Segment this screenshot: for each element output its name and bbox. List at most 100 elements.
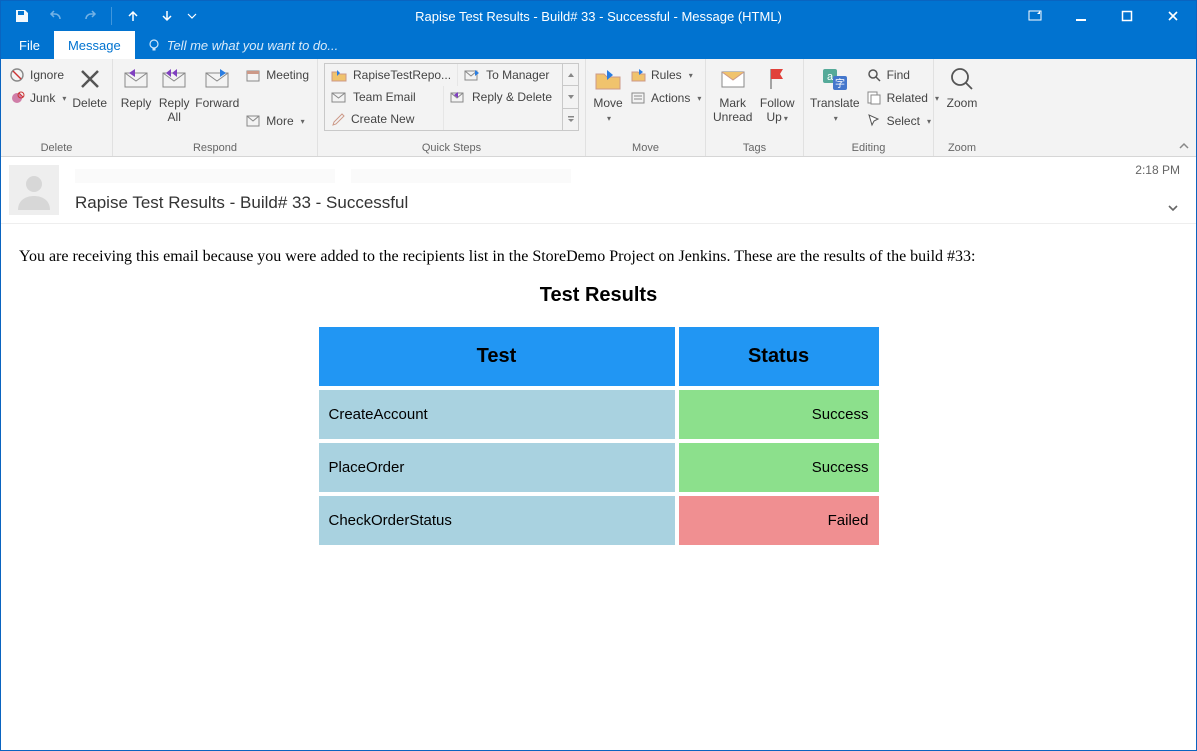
quick-step-item[interactable]: RapiseTestRepo...: [325, 64, 458, 86]
forward-label: Forward: [195, 97, 239, 111]
expand-header-button[interactable]: [1166, 201, 1180, 215]
mark-unread-button[interactable]: Mark Unread: [712, 61, 753, 125]
move-label: Move: [593, 96, 622, 110]
move-folder-icon: [592, 63, 624, 95]
zoom-label: Zoom: [947, 97, 978, 111]
follow-up-label: Follow Up: [760, 96, 795, 124]
collapse-ribbon-button[interactable]: [1178, 140, 1190, 152]
select-icon: [866, 113, 882, 129]
find-label: Find: [887, 68, 910, 82]
message-body: You are receiving this email because you…: [1, 224, 1196, 573]
svg-text:a: a: [827, 71, 834, 83]
redo-button[interactable]: [73, 3, 107, 29]
meeting-button[interactable]: Meeting: [243, 64, 311, 86]
lightbulb-icon: [147, 38, 161, 52]
status-cell: Failed: [679, 496, 879, 545]
quick-step-label: Team Email: [353, 90, 416, 104]
rules-button[interactable]: Rules▾: [628, 64, 703, 86]
create-new-icon: [331, 112, 345, 126]
group-respond-label: Respond: [119, 142, 311, 156]
delete-icon: [74, 63, 106, 95]
group-editing: a字 Translate▾ Find Related▾ Select▾ Edit…: [804, 59, 934, 156]
ribbon: Ignore Junk▾ Delete Delete Reply Re: [1, 59, 1196, 157]
move-button[interactable]: Move▾: [592, 61, 624, 125]
follow-up-button[interactable]: Follow Up▾: [757, 61, 797, 125]
status-cell: Success: [679, 443, 879, 492]
mark-unread-label: Mark Unread: [713, 97, 752, 125]
minimize-button[interactable]: [1058, 1, 1104, 31]
title-bar: Rapise Test Results - Build# 33 - Succes…: [1, 1, 1196, 31]
tab-file[interactable]: File: [5, 31, 54, 59]
reply-all-button[interactable]: Reply All: [157, 61, 191, 125]
ignore-icon: [9, 67, 25, 83]
group-respond: Reply Reply All Forward Meeting More▾: [113, 59, 318, 156]
quick-step-item[interactable]: Reply & Delete: [444, 86, 562, 108]
select-label: Select: [887, 114, 920, 128]
quick-step-item[interactable]: Team Email: [325, 86, 444, 108]
team-email-icon: [331, 90, 347, 104]
related-label: Related: [887, 91, 928, 105]
qat-customize-button[interactable]: [184, 3, 200, 29]
rules-icon: [630, 67, 646, 83]
tell-me-placeholder: Tell me what you want to do...: [167, 38, 339, 53]
group-delete-label: Delete: [7, 142, 106, 156]
flag-icon: [761, 63, 793, 95]
forward-icon: [201, 63, 233, 95]
translate-button[interactable]: a字 Translate▾: [810, 61, 860, 125]
close-button[interactable]: [1150, 1, 1196, 31]
group-delete: Ignore Junk▾ Delete Delete: [1, 59, 113, 156]
reply-button[interactable]: Reply: [119, 61, 153, 111]
quick-step-item[interactable]: To Manager: [458, 64, 562, 86]
zoom-icon: [946, 63, 978, 95]
gallery-expand[interactable]: [563, 109, 578, 130]
zoom-button[interactable]: Zoom: [940, 61, 984, 111]
forward-button[interactable]: Forward: [195, 61, 239, 111]
window-controls: [1012, 1, 1196, 31]
group-quick-steps-label: Quick Steps: [324, 142, 579, 156]
col-status: Status: [679, 327, 879, 386]
folder-move-icon: [331, 68, 347, 82]
message-header: Rapise Test Results - Build# 33 - Succes…: [1, 157, 1196, 224]
gallery-scroll-up[interactable]: [563, 64, 578, 86]
save-button[interactable]: [5, 3, 39, 29]
results-heading: Test Results: [19, 284, 1178, 307]
gallery-scroll-down[interactable]: [563, 86, 578, 108]
mark-unread-icon: [717, 63, 749, 95]
maximize-button[interactable]: [1104, 1, 1150, 31]
undo-button[interactable]: [39, 3, 73, 29]
next-item-button[interactable]: [150, 3, 184, 29]
message-timestamp: 2:18 PM: [1135, 163, 1180, 177]
table-row: PlaceOrderSuccess: [319, 443, 879, 492]
find-button[interactable]: Find: [864, 64, 941, 86]
more-respond-button[interactable]: More▾: [243, 110, 311, 132]
quick-step-label: To Manager: [486, 68, 549, 82]
quick-step-label: RapiseTestRepo...: [353, 68, 451, 82]
table-row: CheckOrderStatusFailed: [319, 496, 879, 545]
group-quick-steps: RapiseTestRepo... To Manager Team Email: [318, 59, 586, 156]
more-label: More: [266, 114, 293, 128]
select-button[interactable]: Select▾: [864, 110, 941, 132]
tab-message[interactable]: Message: [54, 31, 135, 59]
ignore-button[interactable]: Ignore: [7, 64, 68, 86]
col-test: Test: [319, 327, 675, 386]
quick-step-label: Create New: [351, 112, 414, 126]
quick-step-item[interactable]: Create New: [325, 108, 444, 130]
tell-me-search[interactable]: Tell me what you want to do...: [135, 31, 339, 59]
intro-text: You are receiving this email because you…: [19, 248, 1178, 266]
junk-icon: [9, 90, 25, 106]
actions-icon: [630, 90, 646, 106]
group-move-label: Move: [592, 142, 699, 156]
find-icon: [866, 67, 882, 83]
quick-step-label: Reply & Delete: [472, 90, 552, 104]
message-pane: Rapise Test Results - Build# 33 - Succes…: [1, 157, 1196, 750]
related-icon: [866, 90, 882, 106]
delete-button[interactable]: Delete: [72, 61, 107, 111]
related-button[interactable]: Related▾: [864, 87, 941, 109]
actions-button[interactable]: Actions▾: [628, 87, 703, 109]
test-name-cell: CreateAccount: [319, 390, 675, 439]
group-move: Move▾ Rules▾ Actions▾ Move: [586, 59, 706, 156]
junk-button[interactable]: Junk▾: [7, 87, 68, 109]
previous-item-button[interactable]: [116, 3, 150, 29]
quick-access-toolbar: [1, 3, 200, 29]
ribbon-display-options-button[interactable]: [1012, 1, 1058, 31]
